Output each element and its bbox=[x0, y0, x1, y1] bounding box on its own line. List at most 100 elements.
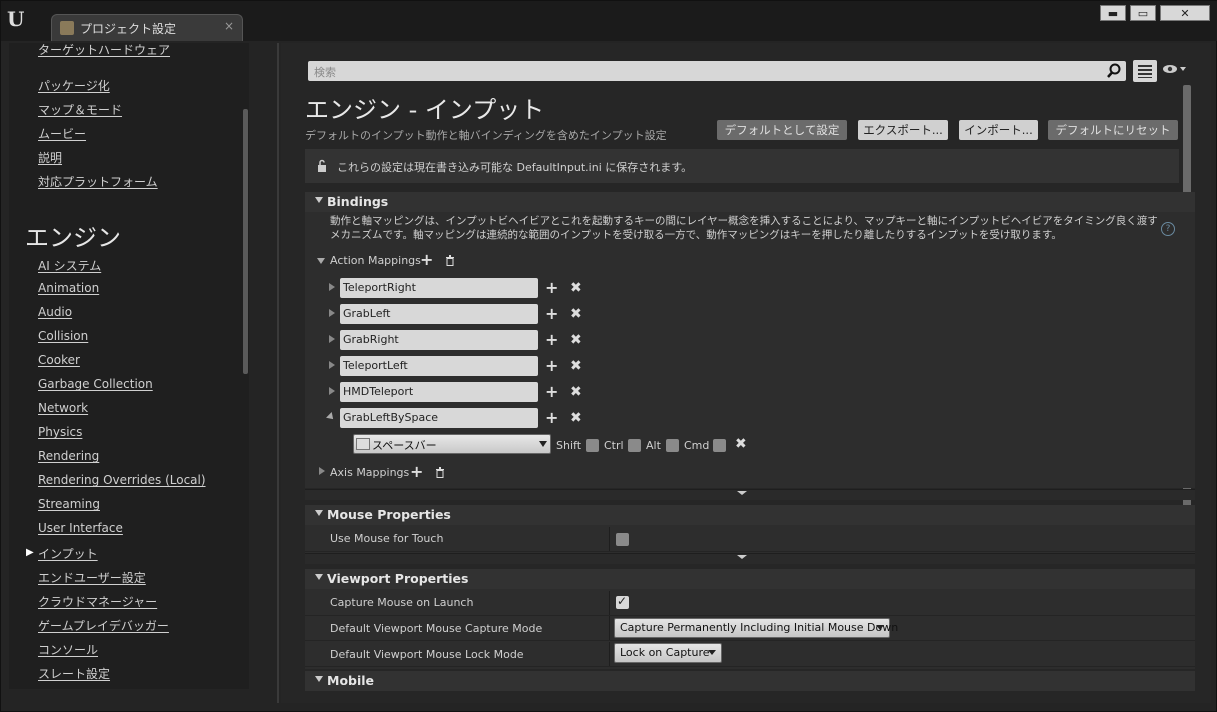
category-mobile[interactable]: Mobile bbox=[305, 671, 1195, 691]
trash-icon[interactable] bbox=[435, 467, 445, 478]
sidebar-item-description[interactable]: 説明 bbox=[38, 149, 62, 166]
modifier-shift-checkbox[interactable] bbox=[586, 439, 599, 452]
minimize-button[interactable]: ▬ bbox=[1100, 5, 1126, 21]
sidebar-scrollbar[interactable] bbox=[243, 109, 248, 374]
remove-action-icon[interactable]: ✖ bbox=[570, 307, 582, 321]
add-key-icon[interactable]: + bbox=[545, 410, 558, 426]
remove-action-icon[interactable]: ✖ bbox=[570, 333, 582, 347]
sidebar-item-maps-modes[interactable]: マップ＆モード bbox=[38, 101, 122, 118]
row-collapse-arrow-icon[interactable] bbox=[326, 412, 336, 422]
action-name-field[interactable]: GrabLeftBySpace bbox=[340, 408, 538, 428]
add-key-icon[interactable]: + bbox=[545, 384, 558, 400]
sidebar-item-cloud-manager[interactable]: クラウドマネージャー bbox=[38, 593, 157, 610]
search-input[interactable]: 検索 bbox=[308, 61, 1126, 81]
lock-mode-dropdown[interactable]: Lock on Capture bbox=[614, 643, 722, 663]
add-key-icon[interactable]: + bbox=[545, 358, 558, 374]
add-action-mapping-icon[interactable]: + bbox=[420, 252, 433, 268]
sidebar-item-animation[interactable]: Animation bbox=[38, 281, 99, 295]
sidebar-item-physics[interactable]: Physics bbox=[38, 425, 82, 439]
pane-splitter[interactable] bbox=[277, 43, 279, 703]
search-placeholder: 検索 bbox=[314, 66, 336, 79]
modifier-ctrl-checkbox[interactable] bbox=[628, 439, 641, 452]
action-name-field[interactable]: HMDTeleport bbox=[340, 382, 538, 402]
category-title-mouse: Mouse Properties bbox=[327, 507, 451, 522]
lock-mode-value: Lock on Capture bbox=[620, 646, 710, 659]
sidebar-item-collision[interactable]: Collision bbox=[38, 329, 88, 343]
capture-on-launch-checkbox[interactable] bbox=[616, 594, 629, 609]
view-options-button[interactable] bbox=[1133, 60, 1157, 82]
add-axis-mapping-icon[interactable]: + bbox=[410, 464, 423, 480]
help-icon[interactable]: ? bbox=[1161, 222, 1175, 236]
sidebar-item-ai-system[interactable]: AI システム bbox=[38, 257, 101, 274]
advanced-expander[interactable] bbox=[305, 489, 1195, 500]
use-mouse-for-touch-checkbox[interactable] bbox=[616, 533, 629, 546]
action-name-field[interactable]: TeleportLeft bbox=[340, 356, 538, 376]
action-name-field[interactable]: TeleportRight bbox=[340, 278, 538, 298]
sidebar-item-console[interactable]: コンソール bbox=[38, 641, 98, 658]
add-key-icon[interactable]: + bbox=[545, 306, 558, 322]
remove-action-icon[interactable]: ✖ bbox=[570, 385, 582, 399]
reset-to-defaults-button[interactable]: デフォルトにリセット bbox=[1048, 120, 1178, 140]
import-button[interactable]: インポート... bbox=[959, 120, 1038, 140]
tab-close-icon[interactable]: × bbox=[224, 19, 234, 33]
column-splitter[interactable] bbox=[609, 642, 610, 666]
sidebar-item-input[interactable]: インプット bbox=[38, 545, 98, 562]
expand-arrow-icon[interactable] bbox=[317, 258, 325, 264]
remove-action-icon[interactable]: ✖ bbox=[570, 359, 582, 373]
key-selector[interactable]: スペースバー bbox=[353, 434, 551, 454]
sidebar-item-garbage-collection[interactable]: Garbage Collection bbox=[38, 377, 153, 391]
collapse-arrow-icon bbox=[315, 574, 323, 580]
action-name: GrabLeft bbox=[343, 307, 391, 320]
close-button[interactable]: ✕ bbox=[1160, 5, 1210, 21]
sidebar-item-streaming[interactable]: Streaming bbox=[38, 497, 100, 511]
sidebar-item-cooker[interactable]: Cooker bbox=[38, 353, 80, 367]
action-name-field[interactable]: GrabLeft bbox=[340, 304, 538, 324]
row-expand-arrow-icon[interactable] bbox=[329, 309, 335, 317]
maximize-button[interactable]: ▭ bbox=[1130, 5, 1156, 21]
category-viewport-properties[interactable]: Viewport Properties bbox=[305, 569, 1195, 589]
column-splitter[interactable] bbox=[609, 527, 610, 551]
sidebar-item-end-user-settings[interactable]: エンドユーザー設定 bbox=[38, 569, 146, 586]
export-button[interactable]: エクスポート... bbox=[858, 120, 948, 140]
expand-advanced-icon bbox=[737, 555, 747, 559]
action-name-field[interactable]: GrabRight bbox=[340, 330, 538, 350]
use-mouse-for-touch-label: Use Mouse for Touch bbox=[330, 532, 444, 545]
add-key-icon[interactable]: + bbox=[545, 332, 558, 348]
column-splitter[interactable] bbox=[609, 591, 610, 615]
row-expand-arrow-icon[interactable] bbox=[329, 361, 335, 369]
collapse-arrow-icon bbox=[315, 676, 323, 682]
sidebar-item-audio[interactable]: Audio bbox=[38, 305, 72, 319]
modifier-cmd-checkbox[interactable] bbox=[713, 439, 726, 452]
tab-project-settings[interactable]: プロジェクト設定 × bbox=[51, 14, 243, 41]
row-expand-arrow-icon[interactable] bbox=[329, 387, 335, 395]
search-icon[interactable] bbox=[1106, 63, 1122, 79]
advanced-expander[interactable] bbox=[305, 553, 1195, 564]
sidebar-item-gameplay-debugger[interactable]: ゲームプレイデバッガー bbox=[38, 617, 169, 634]
sidebar-heading-engine: エンジン bbox=[25, 224, 121, 252]
sidebar-item-slate-settings[interactable]: スレート設定 bbox=[38, 665, 110, 682]
sidebar-item-user-interface[interactable]: User Interface bbox=[38, 521, 123, 535]
sidebar-item-rendering[interactable]: Rendering bbox=[38, 449, 99, 463]
sidebar-item-network[interactable]: Network bbox=[38, 401, 88, 415]
capture-mode-dropdown[interactable]: Capture Permanently Including Initial Mo… bbox=[614, 618, 898, 638]
sidebar-item-packaging[interactable]: パッケージ化 bbox=[38, 77, 110, 94]
category-mouse-properties[interactable]: Mouse Properties bbox=[305, 505, 1195, 525]
remove-action-icon[interactable]: ✖ bbox=[570, 281, 582, 295]
trash-icon[interactable] bbox=[445, 255, 455, 266]
remove-action-icon[interactable]: ✖ bbox=[570, 411, 582, 425]
modifier-alt-checkbox[interactable] bbox=[666, 439, 679, 452]
sidebar-item-supported-platforms[interactable]: 対応プラットフォーム bbox=[38, 173, 158, 190]
sidebar-item-movies[interactable]: ムービー bbox=[38, 125, 86, 142]
sidebar-item-target-hardware[interactable]: ターゲットハードウェア bbox=[38, 43, 170, 58]
axis-expand-arrow-icon[interactable] bbox=[319, 467, 325, 475]
row-expand-arrow-icon[interactable] bbox=[329, 335, 335, 343]
row-expand-arrow-icon[interactable] bbox=[329, 283, 335, 291]
set-as-default-button[interactable]: デフォルトとして設定 bbox=[717, 120, 847, 140]
sidebar-item-rendering-overrides[interactable]: Rendering Overrides (Local) bbox=[38, 473, 206, 487]
remove-key-icon[interactable]: ✖ bbox=[735, 437, 747, 451]
visibility-eye-icon[interactable] bbox=[1162, 63, 1188, 79]
page-title: エンジン - インプット bbox=[305, 96, 545, 124]
category-bindings[interactable]: Bindings bbox=[305, 192, 1195, 212]
add-key-icon[interactable]: + bbox=[545, 280, 558, 296]
column-splitter[interactable] bbox=[609, 616, 610, 640]
